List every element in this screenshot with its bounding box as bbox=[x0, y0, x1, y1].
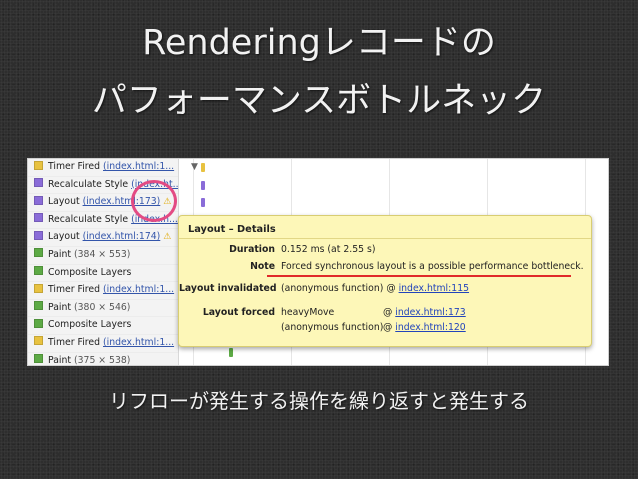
record-source-link[interactable]: (index.html:174) bbox=[83, 231, 161, 242]
layout-invalidated-at: @ bbox=[386, 283, 396, 294]
record-name: Timer Fired bbox=[48, 336, 101, 348]
layout-invalidated-function: (anonymous function) bbox=[281, 283, 384, 294]
layout-forced-row-2: (anonymous function)@ index.html:120 bbox=[281, 322, 466, 333]
layout-forced-at-2: @ bbox=[383, 322, 393, 333]
note-value: Forced synchronous layout is a possible … bbox=[281, 261, 584, 272]
timeline-bar[interactable] bbox=[201, 198, 205, 207]
warning-highlight-circle bbox=[131, 180, 177, 222]
slide-title-line2: パフォーマンスボトルネック bbox=[91, 81, 547, 121]
layout-forced-at-1: @ bbox=[383, 307, 393, 318]
expand-triangle-icon[interactable]: ▼ bbox=[191, 162, 198, 172]
record-row[interactable]: Composite Layers bbox=[28, 265, 178, 283]
popover-divider bbox=[179, 238, 591, 239]
layout-forced-link-1[interactable]: index.html:173 bbox=[395, 307, 465, 318]
record-name: Composite Layers bbox=[48, 266, 132, 278]
layout-forced-row: Layout forced heavyMove @ index.html:173 bbox=[179, 307, 466, 318]
slide-title-line1: Renderingレコードの bbox=[142, 23, 496, 63]
layout-forced-link-2[interactable]: index.html:120 bbox=[395, 322, 465, 333]
note-red-underline bbox=[267, 275, 571, 277]
record-meta: (384 × 553) bbox=[73, 248, 131, 260]
record-name: Timer Fired bbox=[48, 284, 101, 296]
duration-label: Duration bbox=[229, 244, 275, 255]
popover-title: Layout – Details bbox=[188, 224, 276, 235]
record-name: Paint bbox=[48, 248, 72, 260]
record-row[interactable]: Timer Fired (index.html:1... bbox=[28, 335, 178, 353]
record-category-swatch bbox=[34, 318, 43, 328]
layout-forced-function-2: (anonymous function) bbox=[281, 322, 384, 333]
timeline-bar[interactable] bbox=[201, 181, 205, 190]
record-row[interactable]: Composite Layers bbox=[28, 317, 178, 335]
timeline-bar[interactable] bbox=[229, 348, 233, 357]
record-category-swatch bbox=[34, 283, 43, 293]
duration-value: 0.152 ms (at 2.55 s) bbox=[281, 244, 376, 255]
record-name: Recalculate Style bbox=[48, 178, 129, 190]
record-category-swatch bbox=[34, 195, 43, 205]
layout-forced-label: Layout forced bbox=[202, 307, 275, 318]
slide-caption: リフローが発生する操作を繰り返すと発生する bbox=[109, 389, 529, 413]
record-name: Paint bbox=[48, 354, 72, 366]
record-name: Layout bbox=[48, 231, 80, 243]
timeline-bar[interactable] bbox=[201, 163, 205, 172]
record-meta: (380 × 546) bbox=[73, 301, 131, 313]
record-category-swatch bbox=[34, 354, 43, 364]
record-row[interactable]: Timer Fired (index.html:1... bbox=[28, 159, 178, 177]
slide-title: Renderingレコードの パフォーマンスボトルネック bbox=[0, 14, 638, 130]
note-row: Note Forced synchronous layout is a possi… bbox=[179, 261, 584, 272]
record-name: Recalculate Style bbox=[48, 213, 129, 225]
record-category-swatch bbox=[34, 160, 43, 170]
layout-invalidated-label: Layout invalidated bbox=[179, 283, 277, 294]
warning-icon[interactable]: ⚠ bbox=[163, 232, 171, 242]
record-name: Composite Layers bbox=[48, 319, 132, 331]
record-source-link[interactable]: (index.html:1... bbox=[103, 337, 174, 348]
layout-details-popover: Layout – Details Duration 0.152 ms (at 2.… bbox=[178, 215, 592, 347]
record-category-swatch bbox=[34, 213, 43, 223]
layout-invalidated-link[interactable]: index.html:115 bbox=[399, 283, 469, 294]
note-label: Note bbox=[250, 261, 275, 272]
record-name: Paint bbox=[48, 301, 72, 313]
record-meta: (375 × 538) bbox=[73, 354, 131, 366]
record-row[interactable]: Timer Fired (index.html:1... bbox=[28, 282, 178, 300]
record-row[interactable]: Paint (380 × 546) bbox=[28, 300, 178, 318]
record-source-link[interactable]: (index.html:1... bbox=[103, 284, 174, 295]
duration-row: Duration 0.152 ms (at 2.55 s) bbox=[179, 244, 375, 255]
record-name: Timer Fired bbox=[48, 161, 101, 172]
record-category-swatch bbox=[34, 301, 43, 311]
record-category-swatch bbox=[34, 230, 43, 240]
record-row[interactable]: Paint (384 × 553) bbox=[28, 247, 178, 265]
record-category-swatch bbox=[34, 178, 43, 188]
record-name: Layout bbox=[48, 196, 80, 208]
layout-invalidated-row: Layout invalidated (anonymous function) @… bbox=[179, 283, 469, 294]
record-category-swatch bbox=[34, 336, 43, 346]
record-source-link[interactable]: (index.html:1... bbox=[103, 161, 174, 172]
record-category-swatch bbox=[34, 266, 43, 276]
layout-forced-function-1: heavyMove bbox=[281, 307, 335, 318]
record-row[interactable]: Layout (index.html:174) ⚠ bbox=[28, 229, 178, 247]
record-row[interactable]: Paint (375 × 538) bbox=[28, 353, 178, 366]
record-category-swatch bbox=[34, 248, 43, 258]
